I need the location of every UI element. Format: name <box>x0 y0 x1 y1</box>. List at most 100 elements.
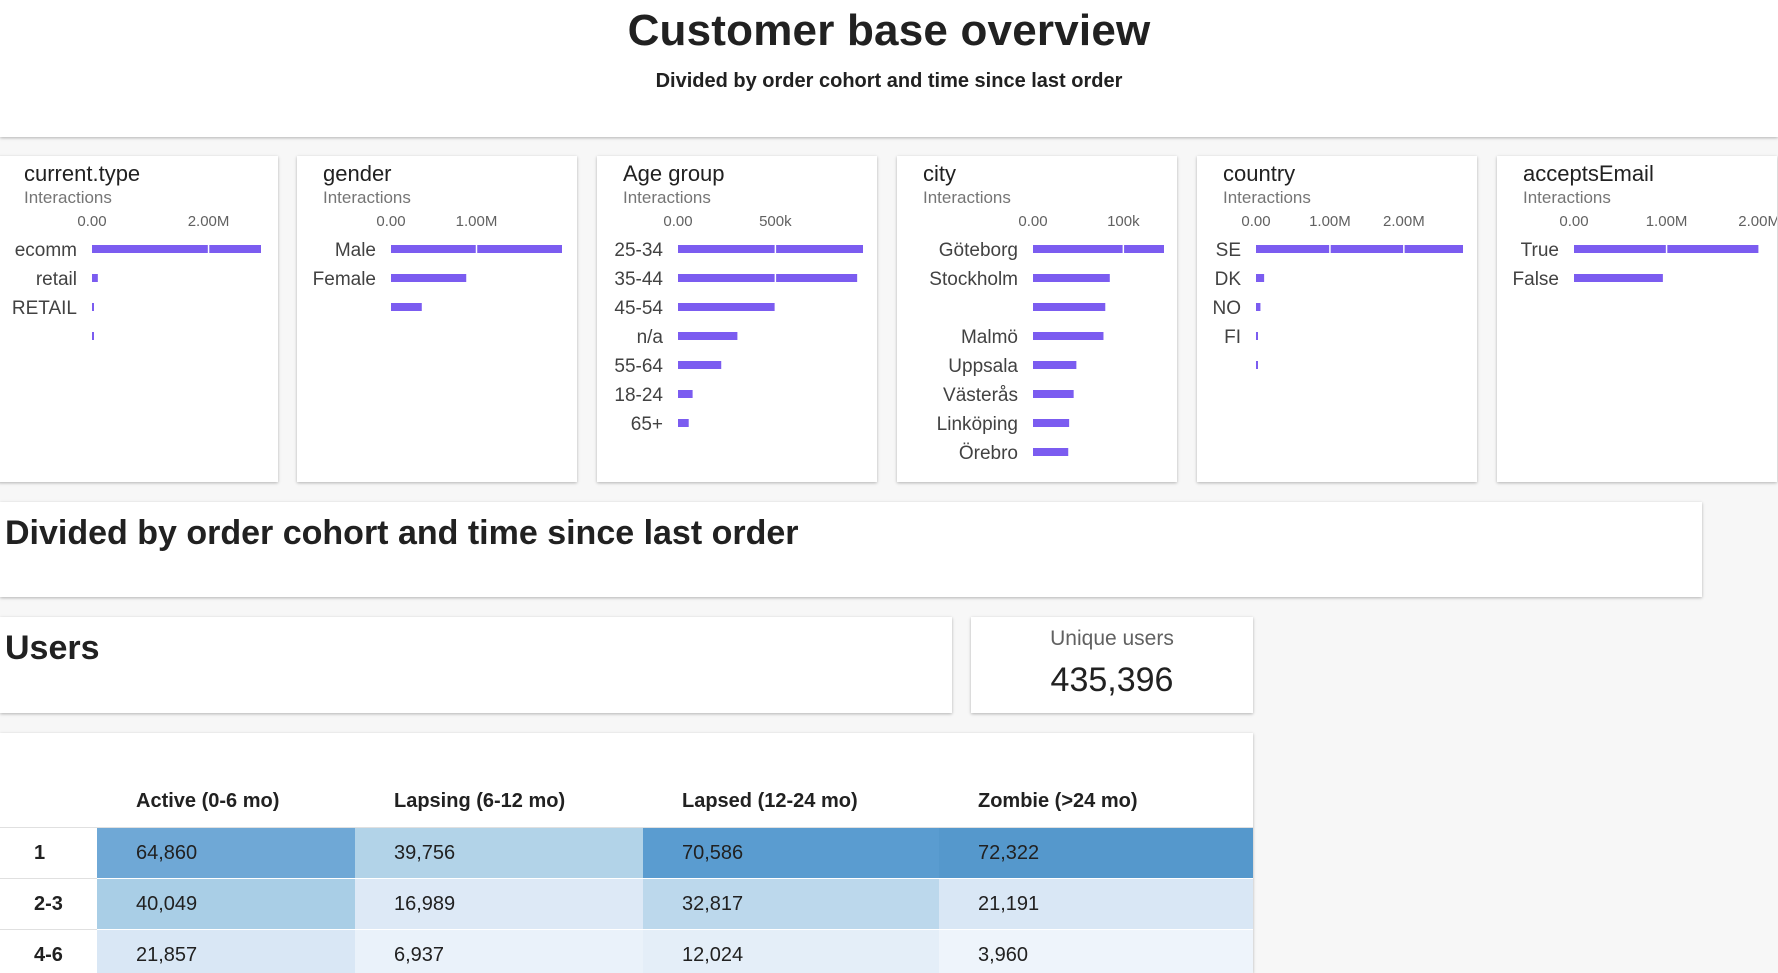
category-label: retail <box>36 269 77 290</box>
bar[interactable] <box>678 245 863 253</box>
bar[interactable] <box>1033 419 1069 427</box>
bar-chart-age-group[interactable]: 0.00500k25-3435-4445-54n/a55-6418-2465+ <box>597 156 877 482</box>
category-label: Linköping <box>937 414 1018 435</box>
bar[interactable] <box>1574 274 1663 282</box>
category-label: Male <box>335 240 376 261</box>
category-label: False <box>1513 269 1559 290</box>
bar[interactable] <box>1033 274 1110 282</box>
table-cell: 39,756 <box>355 828 643 879</box>
x-tick-label: 1.00M <box>1646 213 1688 230</box>
category-label: True <box>1521 240 1559 261</box>
bar[interactable] <box>678 332 737 340</box>
x-tick-label: 0.00 <box>77 213 106 230</box>
category-label: Uppsala <box>948 356 1018 377</box>
cohort-pivot-table[interactable]: Active (0-6 mo) Lapsing (6-12 mo) Lapsed… <box>0 776 1253 973</box>
table-cell: 12,024 <box>643 930 939 973</box>
x-tick-label: 2.00M <box>1738 213 1777 230</box>
table-cell: 6,937 <box>355 930 643 973</box>
row-label: 1 <box>0 828 97 879</box>
table-cell: 3,960 <box>939 930 1253 973</box>
bar-chart-country[interactable]: 0.001.00M2.00MSEDKNOFI <box>1197 156 1477 482</box>
category-label: Female <box>313 269 376 290</box>
table-cell: 21,191 <box>939 879 1253 930</box>
row-label: 2-3 <box>0 879 97 930</box>
category-label: 18-24 <box>614 385 663 406</box>
bar-chart-city[interactable]: 0.00100kGöteborgStockholmMalmöUppsalaVäs… <box>897 156 1177 482</box>
category-label: ecomm <box>15 240 77 261</box>
bar[interactable] <box>1033 332 1103 340</box>
category-label: 65+ <box>631 414 663 435</box>
bar[interactable] <box>92 303 94 311</box>
category-label: 25-34 <box>614 240 663 261</box>
users-title: Users <box>5 629 100 668</box>
bar[interactable] <box>678 303 775 311</box>
column-header-lapsing[interactable]: Lapsing (6-12 mo) <box>355 776 643 828</box>
bar[interactable] <box>1033 245 1164 253</box>
bar[interactable] <box>1256 245 1463 253</box>
bar[interactable] <box>678 419 689 427</box>
bar[interactable] <box>1033 390 1074 398</box>
bar[interactable] <box>1256 274 1264 282</box>
x-tick-label: 2.00M <box>1383 213 1425 230</box>
category-label: Örebro <box>959 443 1018 464</box>
kpi-value: 435,396 <box>971 661 1253 700</box>
bar[interactable] <box>1256 303 1260 311</box>
bar[interactable] <box>1256 332 1258 340</box>
bar-chart-current-type[interactable]: 0.002.00MecommretailRETAIL <box>0 156 278 482</box>
bar[interactable] <box>391 274 466 282</box>
bar[interactable] <box>92 332 94 340</box>
page-title: Customer base overview <box>0 6 1778 56</box>
column-header-lapsed[interactable]: Lapsed (12-24 mo) <box>643 776 939 828</box>
category-label: 35-44 <box>614 269 663 290</box>
column-header-zombie[interactable]: Zombie (>24 mo) <box>939 776 1253 828</box>
chart-card-country[interactable]: country Interactions 0.001.00M2.00MSEDKN… <box>1197 156 1477 482</box>
category-label: Stockholm <box>929 269 1018 290</box>
cohort-table-card[interactable]: Active (0-6 mo) Lapsing (6-12 mo) Lapsed… <box>0 733 1253 973</box>
category-label: FI <box>1224 327 1241 348</box>
bar[interactable] <box>92 245 261 253</box>
chart-card-accepts-email[interactable]: acceptsEmail Interactions 0.001.00M2.00M… <box>1497 156 1777 482</box>
bar[interactable] <box>1033 448 1068 456</box>
chart-card-current-type[interactable]: current.type Interactions 0.002.00Mecomm… <box>0 156 278 482</box>
bar-chart-accepts-email[interactable]: 0.001.00M2.00MTrueFalse <box>1497 156 1777 482</box>
bar[interactable] <box>1033 303 1105 311</box>
table-row[interactable]: 1 64,860 39,756 70,586 72,322 <box>0 828 1253 879</box>
category-label: 55-64 <box>614 356 663 377</box>
bar[interactable] <box>92 274 98 282</box>
bar[interactable] <box>391 303 422 311</box>
category-label: RETAIL <box>12 298 77 319</box>
page-subtitle: Divided by order cohort and time since l… <box>0 70 1778 93</box>
x-tick-label: 0.00 <box>1241 213 1270 230</box>
bar[interactable] <box>678 274 857 282</box>
bar[interactable] <box>678 361 721 369</box>
x-tick-label: 0.00 <box>663 213 692 230</box>
table-cell: 64,860 <box>97 828 355 879</box>
column-header-active[interactable]: Active (0-6 mo) <box>97 776 355 828</box>
chart-card-age-group[interactable]: Age group Interactions 0.00500k25-3435-4… <box>597 156 877 482</box>
table-row[interactable]: 2-3 40,049 16,989 32,817 21,191 <box>0 879 1253 930</box>
table-cell: 21,857 <box>97 930 355 973</box>
section-header: Divided by order cohort and time since l… <box>0 502 1702 597</box>
bar-chart-gender[interactable]: 0.001.00MMaleFemale <box>297 156 577 482</box>
unique-users-scorecard[interactable]: Unique users 435,396 <box>971 617 1253 713</box>
category-label: n/a <box>637 327 664 348</box>
bar[interactable] <box>1256 361 1258 369</box>
chart-card-gender[interactable]: gender Interactions 0.001.00MMaleFemale <box>297 156 577 482</box>
row-label: 4-6 <box>0 930 97 973</box>
users-header: Users <box>0 617 952 713</box>
table-cell: 16,989 <box>355 879 643 930</box>
chart-card-city[interactable]: city Interactions 0.00100kGöteborgStockh… <box>897 156 1177 482</box>
category-label: NO <box>1213 298 1242 319</box>
bar[interactable] <box>678 390 693 398</box>
table-cell: 72,322 <box>939 828 1253 879</box>
category-label: Malmö <box>961 327 1018 348</box>
row-header-corner <box>0 776 97 828</box>
x-tick-label: 1.00M <box>1309 213 1351 230</box>
table-row[interactable]: 4-6 21,857 6,937 12,024 3,960 <box>0 930 1253 973</box>
category-label: Västerås <box>943 385 1018 406</box>
category-label: SE <box>1216 240 1241 261</box>
category-label: Göteborg <box>939 240 1018 261</box>
report-header: Customer base overview Divided by order … <box>0 0 1778 137</box>
bar[interactable] <box>1033 361 1076 369</box>
x-tick-label: 0.00 <box>376 213 405 230</box>
